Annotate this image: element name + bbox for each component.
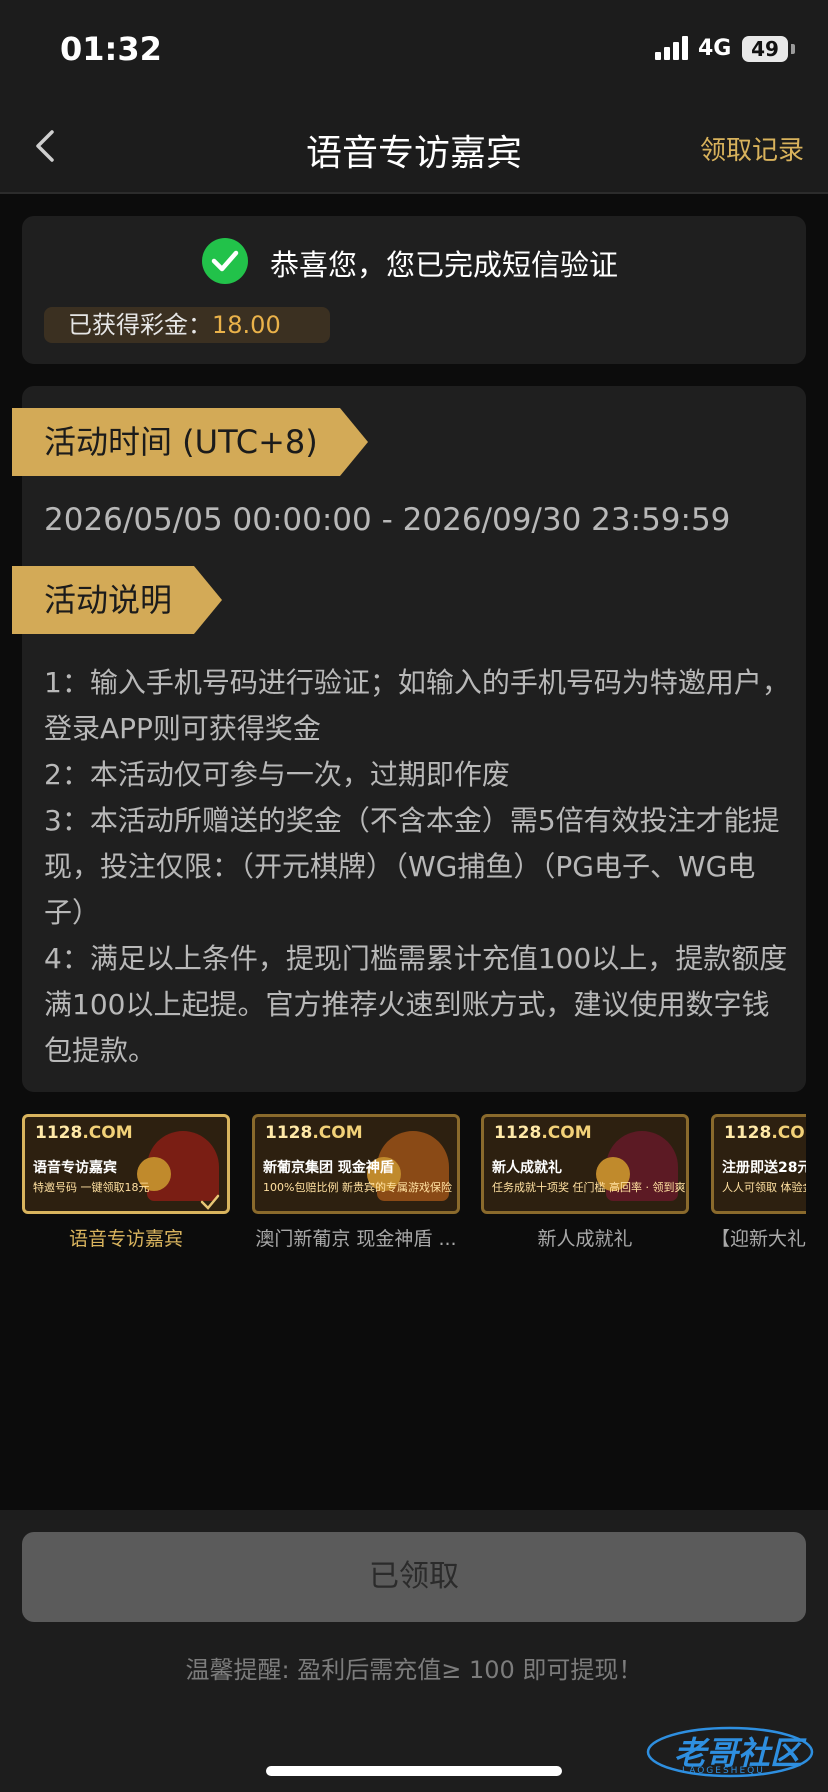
banner-image: 1128.COM 新人成就礼 任务成就十项奖 任门槛 高回率 · 领到爽 xyxy=(481,1114,689,1214)
banner-sub: 100%包赔比例 新贵宾的专属游戏保险 xyxy=(263,1181,452,1194)
bonus-badge: 已获得彩金：18.00 xyxy=(44,307,330,343)
activity-time-heading: 活动时间 (UTC+8) xyxy=(12,408,368,476)
banner-logo: 1128.COM xyxy=(494,1123,592,1143)
home-indicator xyxy=(266,1766,562,1776)
signal-icon xyxy=(655,36,689,60)
activity-time-range: 2026/05/05 00:00:00 - 2026/09/30 23:59:5… xyxy=(44,502,731,538)
status-time: 01:32 xyxy=(60,30,162,68)
promo-banner-voice-guest[interactable]: 1128.COM 语音专访嘉宾 特邀号码 一键领取18元 语音专访嘉宾 xyxy=(22,1114,230,1254)
footer-panel: 已领取 温馨提醒: 盈利后需充值≥ 100 即可提现！ 老哥社区 LAOGESH… xyxy=(0,1510,828,1792)
desc-line: 2：本活动仅可参与一次，过期即作废 xyxy=(44,758,510,791)
bonus-label: 已获得彩金： xyxy=(68,311,212,339)
activity-description: 1：输入手机号码进行验证；如输入的手机号码为特邀用户，登录APP则可获得奖金 2… xyxy=(44,660,794,1074)
banner-headline: 新葡京集团 现金神盾 xyxy=(263,1160,394,1176)
bonus-value: 18.00 xyxy=(212,311,281,339)
desc-line: 4：满足以上条件，提现门槛需累计充值100以上，提款额度满100以上起提。官方推… xyxy=(44,942,788,1067)
nav-bar: 语音专访嘉宾 领取记录 xyxy=(0,100,828,194)
banner-logo: 1128.COM xyxy=(35,1123,133,1143)
promo-banner-register[interactable]: 1128.COM 注册即送28元 人人可领取 体验金 【迎新大礼 xyxy=(711,1114,806,1254)
banner-image: 1128.COM 语音专访嘉宾 特邀号码 一键领取18元 xyxy=(22,1114,230,1214)
desc-line: 1：输入手机号码进行验证；如输入的手机号码为特邀用户，登录APP则可获得奖金 xyxy=(44,666,790,745)
claimed-button[interactable]: 已领取 xyxy=(22,1532,806,1622)
banner-caption: 【迎新大礼 xyxy=(711,1228,806,1250)
promo-banner-newcomer[interactable]: 1128.COM 新人成就礼 任务成就十项奖 任门槛 高回率 · 领到爽 新人成… xyxy=(481,1114,689,1254)
battery-tip xyxy=(791,44,795,54)
banner-image: 1128.COM 新葡京集团 现金神盾 100%包赔比例 新贵宾的专属游戏保险 xyxy=(252,1114,460,1214)
banner-sub: 任务成就十项奖 任门槛 高回率 · 领到爽 xyxy=(492,1181,686,1194)
desc-line: 3：本活动所赠送的奖金（不含本金）需5倍有效投注才能提现，投注仅限：（开元棋牌）… xyxy=(44,804,780,929)
banner-logo: 1128.COM xyxy=(724,1123,806,1143)
verification-result-card: 恭喜您，您已完成短信验证 已获得彩金：18.00 xyxy=(22,216,806,364)
banner-caption: 语音专访嘉宾 xyxy=(68,1228,183,1250)
battery-icon: 49 xyxy=(742,36,788,62)
banner-caption: 新人成就礼 xyxy=(537,1228,633,1250)
activity-card: 活动时间 (UTC+8) 2026/05/05 00:00:00 - 2026/… xyxy=(22,386,806,1092)
banner-headline: 注册即送28元 xyxy=(722,1160,806,1176)
banner-logo: 1128.COM xyxy=(265,1123,363,1143)
check-circle-icon xyxy=(202,238,248,284)
activity-desc-heading: 活动说明 xyxy=(12,566,222,634)
banner-headline: 语音专访嘉宾 xyxy=(33,1160,117,1176)
promo-carousel[interactable]: 1128.COM 语音专访嘉宾 特邀号码 一键领取18元 语音专访嘉宾 1128… xyxy=(22,1114,806,1254)
status-bar: 01:32 4G 49 xyxy=(0,0,828,100)
watermark-logo: 老哥社区 LAOGESHEQU xyxy=(642,1724,818,1780)
check-icon xyxy=(200,1194,220,1210)
banner-headline: 新人成就礼 xyxy=(492,1160,562,1176)
records-link[interactable]: 领取记录 xyxy=(700,130,804,167)
withdraw-tip: 温馨提醒: 盈利后需充值≥ 100 即可提现！ xyxy=(185,1656,643,1684)
promo-banner-cash-shield[interactable]: 1128.COM 新葡京集团 现金神盾 100%包赔比例 新贵宾的专属游戏保险 … xyxy=(252,1114,460,1254)
success-message: 恭喜您，您已完成短信验证 xyxy=(270,248,619,282)
banner-sub: 特邀号码 一键领取18元 xyxy=(33,1181,150,1194)
banner-image: 1128.COM 注册即送28元 人人可领取 体验金 xyxy=(711,1114,806,1214)
banner-sub: 人人可领取 体验金 xyxy=(722,1181,806,1194)
network-label: 4G xyxy=(698,36,732,61)
banner-caption: 澳门新葡京 现金神盾 ... xyxy=(255,1228,457,1250)
